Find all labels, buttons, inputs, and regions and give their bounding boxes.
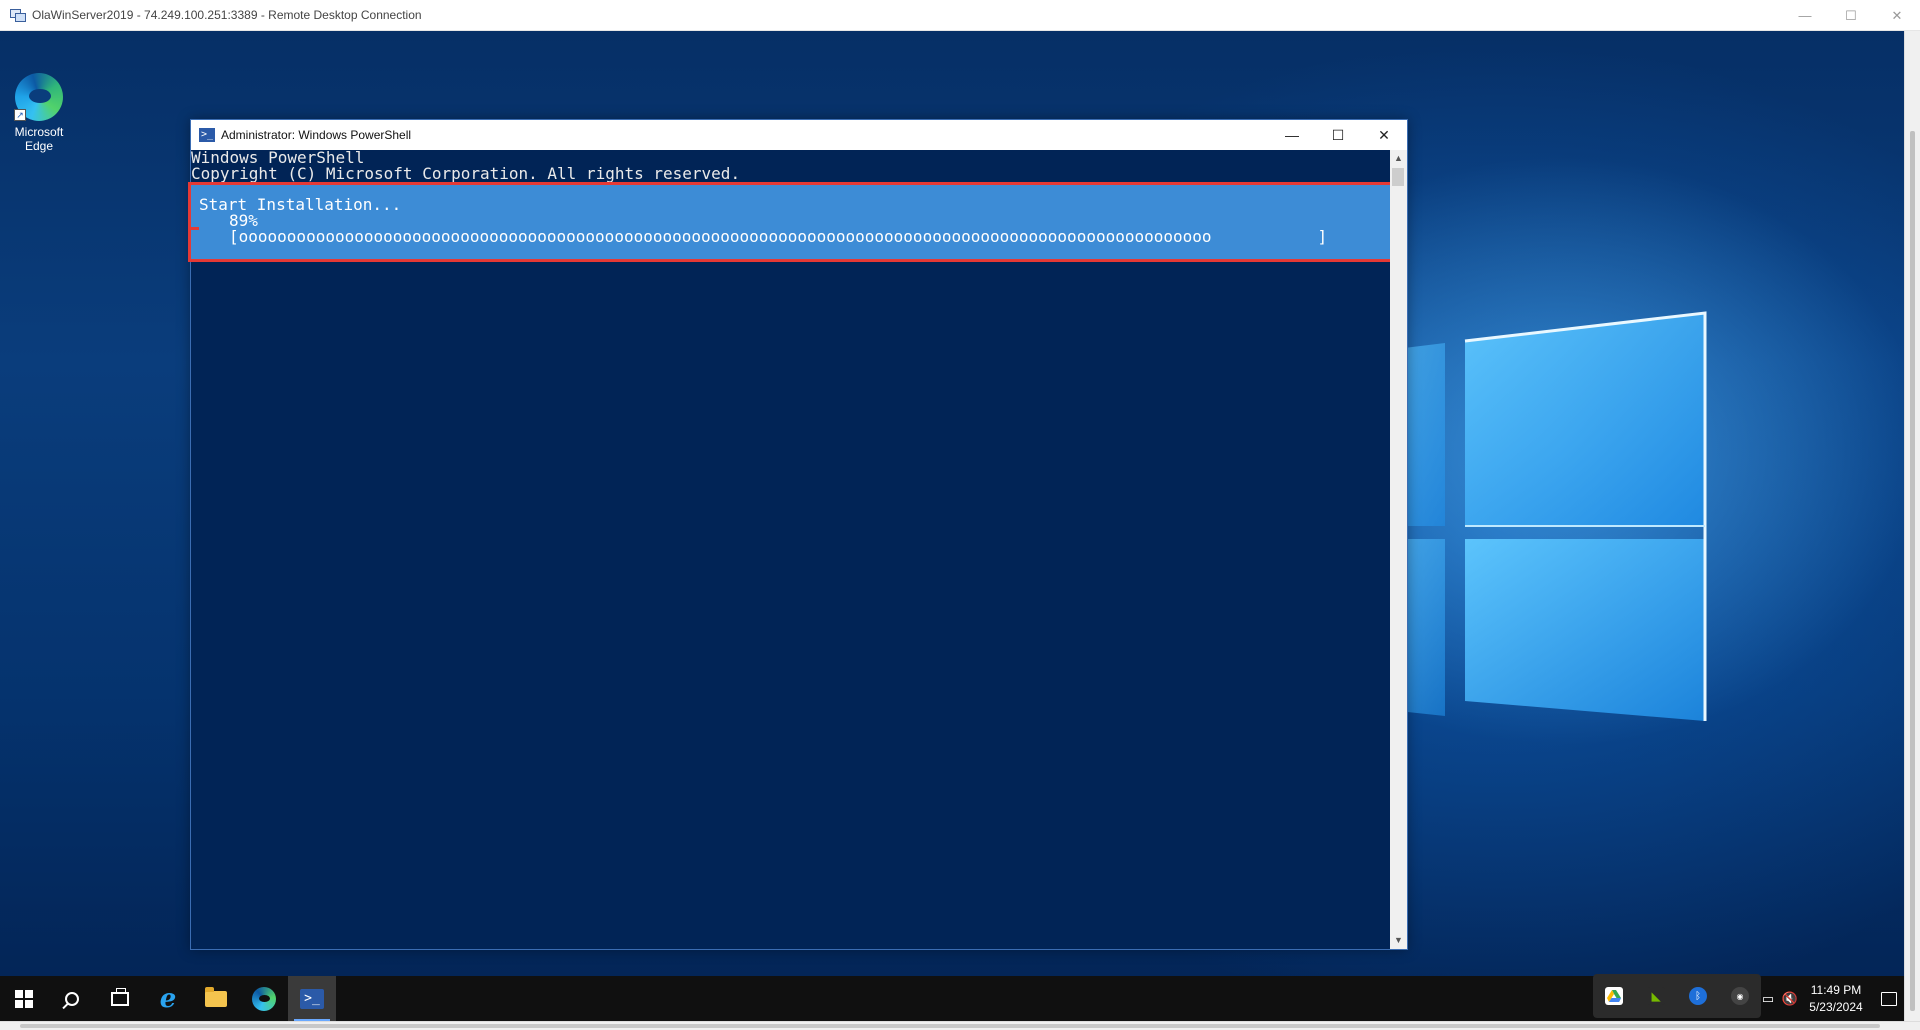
search-button[interactable] [48, 976, 96, 1021]
google-drive-icon[interactable] [1605, 987, 1623, 1005]
taskbar-microsoft-edge[interactable] [240, 976, 288, 1021]
system-tray: ▭ 🔇 11:49 PM 5/23/2024 [1757, 976, 1907, 1021]
notification-center-icon[interactable] [1871, 976, 1907, 1021]
rdp-maximize-button[interactable]: ☐ [1828, 0, 1874, 31]
task-view-icon [111, 987, 129, 1006]
cursor-marker [191, 227, 199, 230]
rdp-horizontal-scroll-thumb[interactable] [20, 1024, 1880, 1028]
app-icon[interactable]: ◉ [1731, 987, 1749, 1005]
rdp-horizontal-scrollbar[interactable] [0, 1021, 1920, 1030]
taskbar-clock[interactable]: 11:49 PM 5/23/2024 [1801, 982, 1871, 1016]
rdp-window-controls: — ☐ ✕ [1782, 0, 1920, 31]
bluetooth-icon[interactable]: ᛒ [1689, 987, 1707, 1005]
task-view-button[interactable] [96, 976, 144, 1021]
powershell-icon: >_ [300, 988, 324, 1009]
clock-time: 11:49 PM [1810, 982, 1862, 997]
network-icon[interactable]: ▭ [1757, 976, 1779, 1021]
clock-date: 5/23/2024 [1809, 999, 1863, 1014]
edge-icon [252, 986, 276, 1011]
taskbar-file-explorer[interactable] [192, 976, 240, 1021]
folder-icon [205, 986, 227, 1007]
powershell-icon: >_ [199, 128, 215, 142]
desktop-icon-microsoft-edge[interactable]: ↗ Microsoft Edge [8, 73, 70, 153]
powershell-maximize-button[interactable]: ☐ [1315, 120, 1361, 150]
taskbar-internet-explorer[interactable]: e [144, 976, 192, 1021]
powershell-close-button[interactable]: ✕ [1361, 120, 1407, 150]
console-line-copyright: Copyright (C) Microsoft Corporation. All… [191, 164, 741, 183]
windows-start-icon [15, 989, 33, 1008]
rdp-close-button[interactable]: ✕ [1874, 0, 1920, 31]
tray-overflow-popup: ◣ ᛒ ◉ [1593, 974, 1761, 1018]
rdp-titlebar[interactable]: OlaWinServer2019 - 74.249.100.251:3389 -… [0, 0, 1920, 31]
volume-muted-icon[interactable]: 🔇 [1779, 976, 1801, 1021]
powershell-window-title: Administrator: Windows PowerShell [221, 128, 412, 142]
internet-explorer-icon: e [159, 983, 177, 1014]
rdp-window-title: OlaWinServer2019 - 74.249.100.251:3389 -… [32, 8, 422, 22]
windows-wallpaper-logo [1380, 311, 1707, 721]
remote-desktop-icon [10, 7, 26, 23]
progress-bar-text: [ooooooooooooooooooooooooooooooooooooooo… [229, 227, 1328, 246]
progress-panel: Start Installation... 89% [ooooooooooooo… [188, 182, 1396, 262]
scroll-up-icon[interactable]: ▲ [1390, 150, 1407, 167]
start-button[interactable] [0, 976, 48, 1021]
powershell-window-controls: — ☐ ✕ [1269, 120, 1407, 150]
scroll-down-icon[interactable]: ▼ [1390, 932, 1407, 949]
powershell-console[interactable]: Windows PowerShell Copyright (C) Microso… [188, 150, 1396, 949]
shortcut-arrow-icon: ↗ [14, 109, 26, 121]
rdp-vertical-scrollbar[interactable] [1904, 31, 1920, 1021]
search-icon [65, 991, 79, 1006]
powershell-minimize-button[interactable]: — [1269, 120, 1315, 150]
scroll-thumb[interactable] [1392, 168, 1404, 186]
desktop-icon-label-line1: Microsoft [14, 125, 64, 139]
nvidia-icon[interactable]: ◣ [1647, 987, 1665, 1005]
taskbar-powershell[interactable]: >_ [288, 976, 336, 1021]
rdp-vertical-scroll-thumb[interactable] [1910, 131, 1915, 1011]
rdp-minimize-button[interactable]: — [1782, 0, 1828, 31]
powershell-titlebar[interactable]: >_ Administrator: Windows PowerShell — ☐… [191, 120, 1407, 150]
powershell-scrollbar[interactable]: ▲ ▼ [1390, 150, 1407, 949]
desktop-icon-label-line2: Edge [24, 139, 54, 153]
powershell-window[interactable]: >_ Administrator: Windows PowerShell — ☐… [188, 119, 1408, 950]
